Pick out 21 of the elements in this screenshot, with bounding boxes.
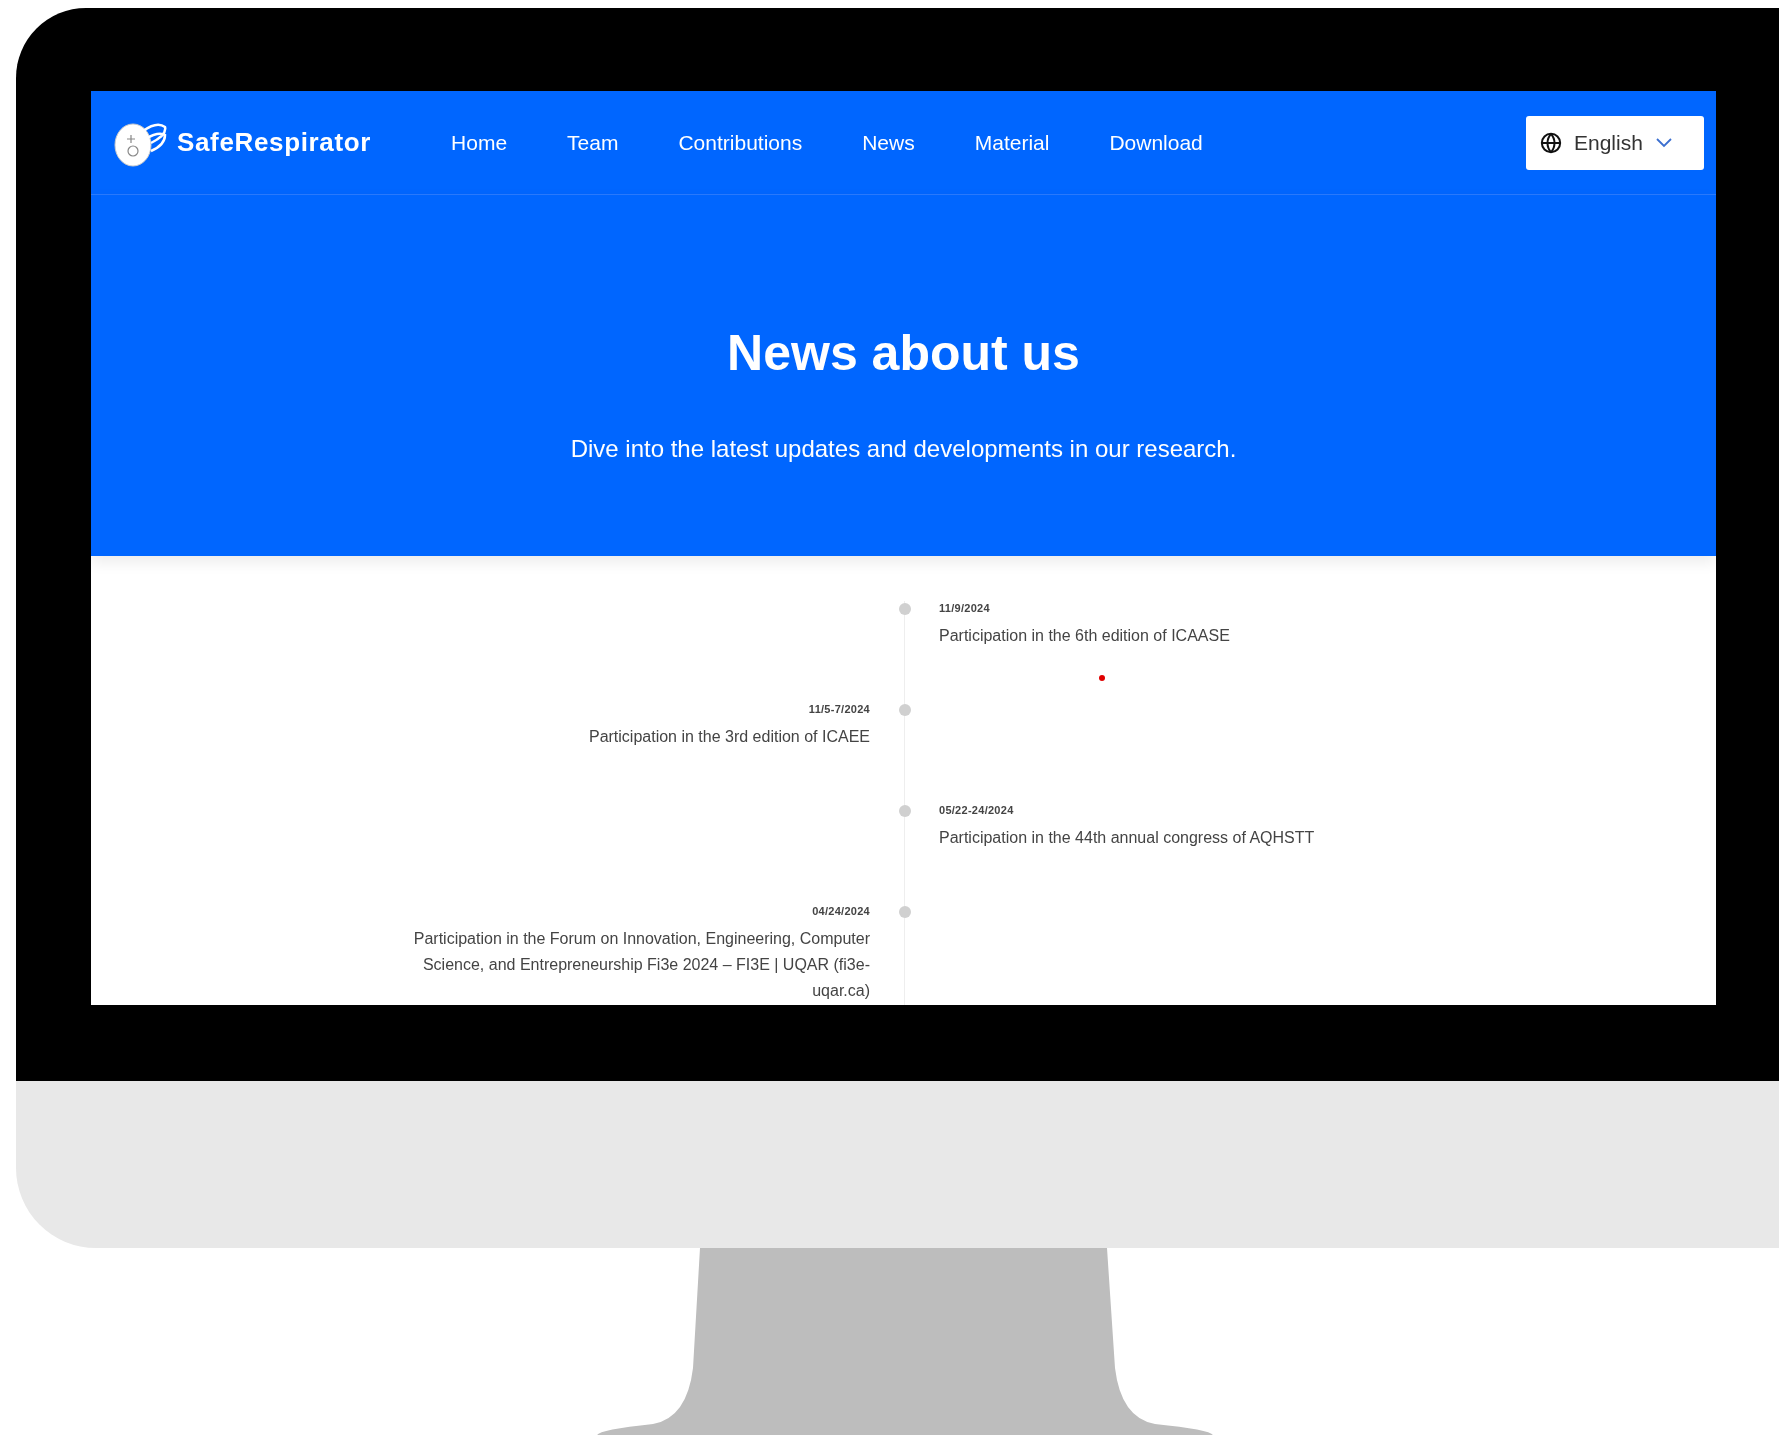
nav-link[interactable]: Team <box>567 126 619 159</box>
nav-link[interactable]: News <box>862 126 915 159</box>
news-title: Participation in the Forum on Innovation, Engineering, Computer Science, and Entrepreneurship Fi3e 2024 – FI3E | UQAR (fi3e-uqar.ca) <box>412 929 870 1001</box>
news-date: 11/5-7/2024 <box>808 702 870 716</box>
brand-name[interactable]: SafeRespirator <box>177 123 372 162</box>
nav-link[interactable]: Material <box>974 126 1050 159</box>
news-title: Participation in the 3rd edition of ICAEE <box>588 727 870 747</box>
hero-title: News about us <box>727 324 1080 383</box>
nav-link[interactable]: Download <box>1109 126 1203 159</box>
nav-link[interactable]: Contributions <box>678 126 803 159</box>
hero-subtitle: Dive into the latest updates and developments in our research. <box>570 434 1237 464</box>
news-title: Participation in the 6th edition of ICAASE <box>939 626 1230 646</box>
news-date: 05/22-24/2024 <box>939 803 1014 817</box>
globe-icon <box>1540 131 1562 154</box>
language-select[interactable]: English <box>1526 115 1704 170</box>
news-date: 11/9/2024 <box>939 601 990 615</box>
nav-link[interactable]: Home <box>451 126 508 159</box>
news-title: Participation in the 44th annual congress of AQHSTT <box>939 828 1315 848</box>
chevron-down-icon <box>1654 136 1673 149</box>
news-date: 04/24/2024 <box>812 904 870 918</box>
dot-mark <box>1099 675 1105 681</box>
